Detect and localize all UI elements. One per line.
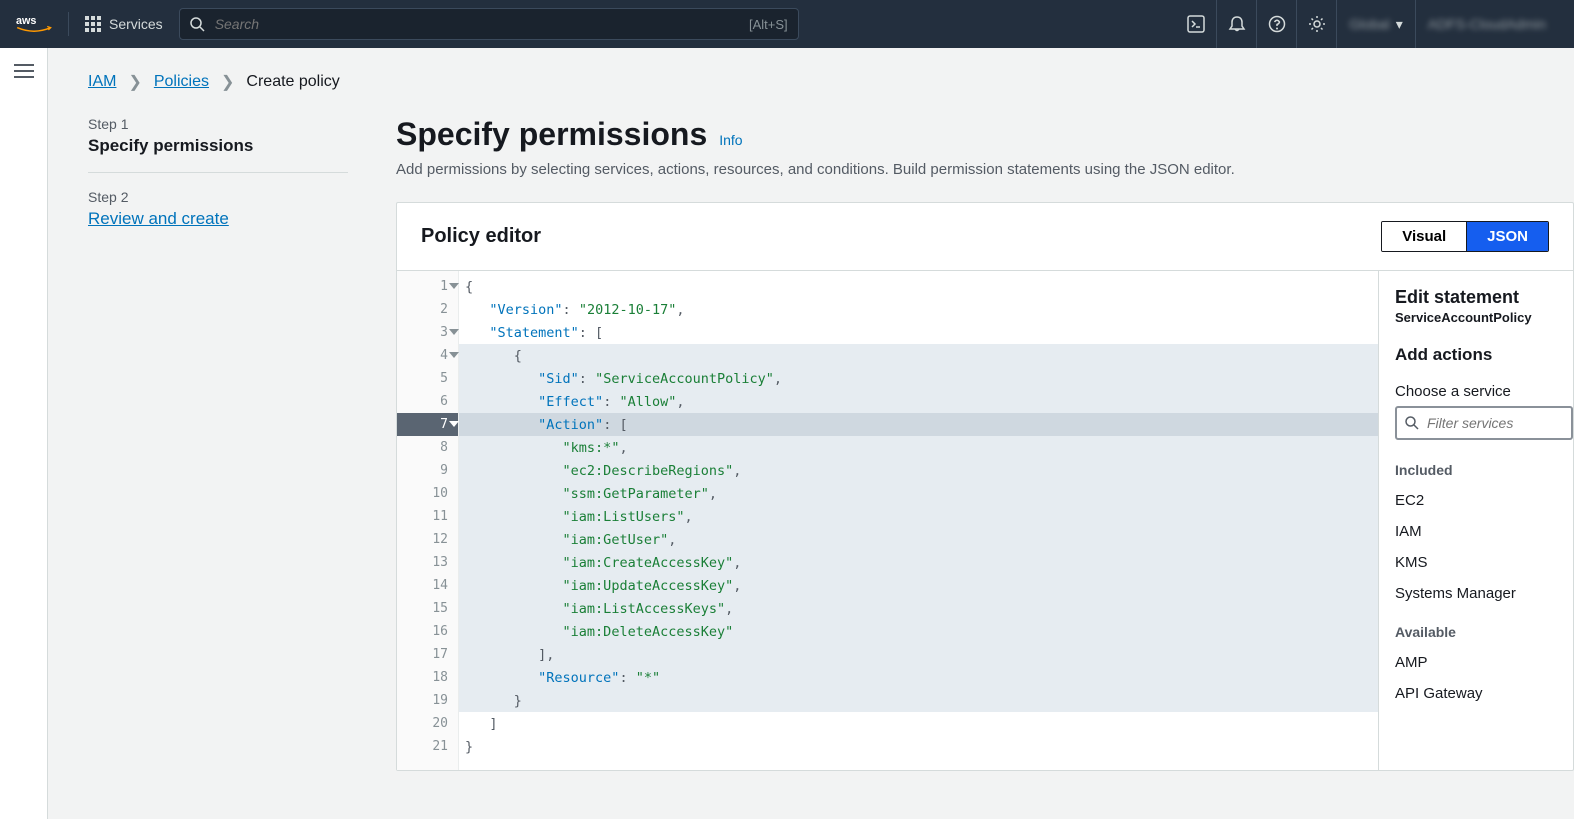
service-item[interactable]: IAM (1395, 523, 1573, 540)
search-icon (1405, 416, 1419, 430)
divider (68, 12, 69, 36)
line-number[interactable]: 18 (397, 666, 458, 689)
line-number[interactable]: 20 (397, 712, 458, 735)
code-line[interactable]: "kms:*", (459, 436, 1378, 459)
line-number[interactable]: 1 (397, 275, 458, 298)
line-number[interactable]: 14 (397, 574, 458, 597)
code-line[interactable]: "Action": [ (459, 413, 1378, 436)
step-1: Step 1 Specify permissions (88, 116, 348, 173)
code-line[interactable]: ], (459, 643, 1378, 666)
service-item[interactable]: Systems Manager (1395, 585, 1573, 602)
tab-json[interactable]: JSON (1467, 222, 1548, 251)
crumb-iam[interactable]: IAM (88, 73, 116, 91)
service-item[interactable]: EC2 (1395, 492, 1573, 509)
editor-mode-toggle: Visual JSON (1381, 221, 1549, 252)
code-line[interactable]: "iam:ListAccessKeys", (459, 597, 1378, 620)
service-item[interactable]: KMS (1395, 554, 1573, 571)
line-number[interactable]: 17 (397, 643, 458, 666)
code-line[interactable]: "iam:ListUsers", (459, 505, 1378, 528)
settings-icon[interactable] (1296, 0, 1336, 48)
account-menu[interactable]: ADFS-CloudAdmin (1415, 0, 1558, 48)
line-number[interactable]: 19 (397, 689, 458, 712)
search-icon (190, 17, 205, 32)
cloudshell-icon[interactable] (1176, 0, 1216, 48)
top-nav-right: Global▾ ADFS-CloudAdmin (1176, 0, 1558, 48)
choose-service-label: Choose a service (1395, 383, 1573, 400)
rightpanel-title: Edit statement (1395, 287, 1573, 308)
line-number[interactable]: 16 (397, 620, 458, 643)
line-number[interactable]: 7 (397, 413, 458, 436)
crumb-policies[interactable]: Policies (154, 73, 209, 91)
tab-visual[interactable]: Visual (1382, 222, 1467, 251)
crumb-current: Create policy (246, 73, 339, 91)
code-line[interactable]: "Sid": "ServiceAccountPolicy", (459, 367, 1378, 390)
step-2[interactable]: Step 2 Review and create (88, 189, 348, 245)
line-number[interactable]: 21 (397, 735, 458, 758)
code-line[interactable]: "iam:GetUser", (459, 528, 1378, 551)
page-title: Specify permissions (396, 116, 707, 153)
code-line[interactable]: "iam:CreateAccessKey", (459, 551, 1378, 574)
services-button[interactable]: Services (85, 16, 163, 32)
code-line[interactable]: "Effect": "Allow", (459, 390, 1378, 413)
search-bar[interactable]: [Alt+S] (179, 8, 799, 40)
code-line[interactable]: ] (459, 712, 1378, 735)
search-input[interactable] (215, 16, 739, 32)
line-number[interactable]: 3 (397, 321, 458, 344)
wizard-stepper: Step 1 Specify permissions Step 2 Review… (88, 116, 348, 261)
service-filter-input[interactable] (1427, 415, 1563, 431)
code-line[interactable]: "ec2:DescribeRegions", (459, 459, 1378, 482)
grid-icon (85, 16, 101, 32)
code-line[interactable]: } (459, 689, 1378, 712)
breadcrumb: IAM ❯ Policies ❯ Create policy (88, 72, 1574, 92)
chevron-right-icon: ❯ (128, 72, 141, 92)
line-number[interactable]: 5 (397, 367, 458, 390)
line-number[interactable]: 8 (397, 436, 458, 459)
edit-statement-panel: Edit statement ServiceAccountPolicy Add … (1378, 271, 1573, 770)
notifications-icon[interactable] (1216, 0, 1256, 48)
line-number[interactable]: 13 (397, 551, 458, 574)
line-number[interactable]: 6 (397, 390, 458, 413)
included-heading: Included (1395, 462, 1573, 478)
page-description: Add permissions by selecting services, a… (396, 161, 1574, 178)
services-label: Services (109, 16, 163, 32)
chevron-down-icon: ▾ (1396, 16, 1403, 33)
line-number[interactable]: 11 (397, 505, 458, 528)
help-icon[interactable] (1256, 0, 1296, 48)
policy-editor-panel: Policy editor Visual JSON 12345678910111… (396, 202, 1574, 771)
code-line[interactable]: "Statement": [ (459, 321, 1378, 344)
region-selector[interactable]: Global▾ (1336, 0, 1415, 48)
line-number[interactable]: 15 (397, 597, 458, 620)
service-item[interactable]: AMP (1395, 654, 1573, 671)
code-line[interactable]: "iam:DeleteAccessKey" (459, 620, 1378, 643)
add-actions-heading: Add actions (1395, 345, 1573, 365)
service-filter[interactable] (1395, 406, 1573, 440)
svg-text:aws: aws (16, 15, 36, 27)
line-number[interactable]: 2 (397, 298, 458, 321)
info-link[interactable]: Info (719, 132, 742, 148)
code-line[interactable]: "ssm:GetParameter", (459, 482, 1378, 505)
menu-icon[interactable] (14, 64, 34, 78)
panel-title: Policy editor (421, 225, 541, 248)
line-number[interactable]: 4 (397, 344, 458, 367)
code-editor[interactable]: 123456789101112131415161718192021 { "Ver… (397, 271, 1378, 770)
aws-logo[interactable]: aws (16, 13, 52, 35)
line-number[interactable]: 9 (397, 459, 458, 482)
code-line[interactable]: "Version": "2012-10-17", (459, 298, 1378, 321)
code-line[interactable]: } (459, 735, 1378, 758)
line-number[interactable]: 10 (397, 482, 458, 505)
available-heading: Available (1395, 624, 1573, 640)
code-line[interactable]: { (459, 275, 1378, 298)
service-item[interactable]: API Gateway (1395, 685, 1573, 702)
chevron-right-icon: ❯ (221, 72, 234, 92)
code-line[interactable]: { (459, 344, 1378, 367)
top-nav: aws Services [Alt+S] Global▾ ADFS-CloudA… (0, 0, 1574, 48)
search-shortcut: [Alt+S] (749, 17, 788, 32)
statement-sid: ServiceAccountPolicy (1395, 310, 1573, 325)
code-line[interactable]: "Resource": "*" (459, 666, 1378, 689)
side-rail (0, 48, 48, 819)
code-line[interactable]: "iam:UpdateAccessKey", (459, 574, 1378, 597)
line-number[interactable]: 12 (397, 528, 458, 551)
